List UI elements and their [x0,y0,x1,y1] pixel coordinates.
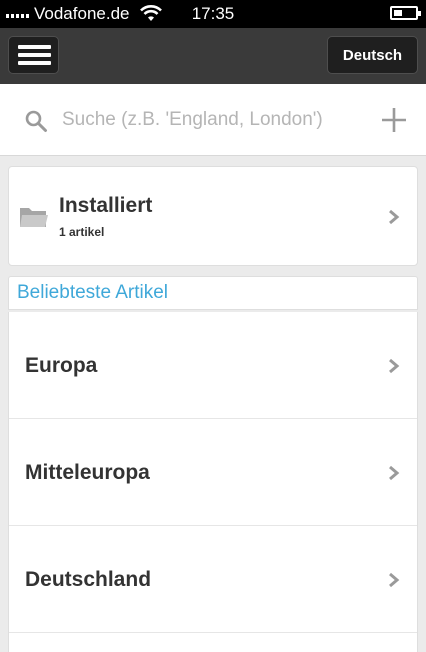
hamburger-line [18,61,51,65]
list-item-label: Europa [25,354,98,377]
chevron-right-icon [389,465,400,481]
installed-card[interactable]: Installiert 1 artikel [8,166,418,266]
folder-icon [20,208,48,227]
battery-icon [390,6,421,20]
status-time: 17:35 [191,4,235,23]
list-item-deutschland[interactable]: Deutschland [9,526,417,633]
popular-section-header: Beliebteste Artikel [8,276,418,310]
list-item-europa[interactable]: Europa [9,312,417,419]
language-button[interactable]: Deutsch [327,36,418,74]
list-item-label: Deutschland [25,568,152,591]
list-item-mitteleuropa[interactable]: Mitteleuropa [9,419,417,526]
chevron-right-icon [389,209,400,225]
chevron-right-icon [389,358,400,374]
search-bar [0,84,426,156]
search-icon [25,110,47,132]
plus-icon[interactable] [380,106,408,134]
menu-button[interactable] [8,36,59,74]
battery-level [394,10,402,16]
chevron-right-icon [389,572,400,588]
nav-bar: Deutsch [0,28,426,84]
hamburger-line [18,53,51,57]
popular-list: Europa Mitteleuropa Deutschland [8,312,418,652]
installed-count: 1 artikel [59,225,105,239]
list-item-label: Mitteleuropa [25,461,150,484]
status-bar: Vodafone.de 17:35 [0,0,426,28]
search-input[interactable] [62,102,372,138]
hamburger-menu-icon [18,45,51,49]
installed-title: Installiert [59,194,153,217]
